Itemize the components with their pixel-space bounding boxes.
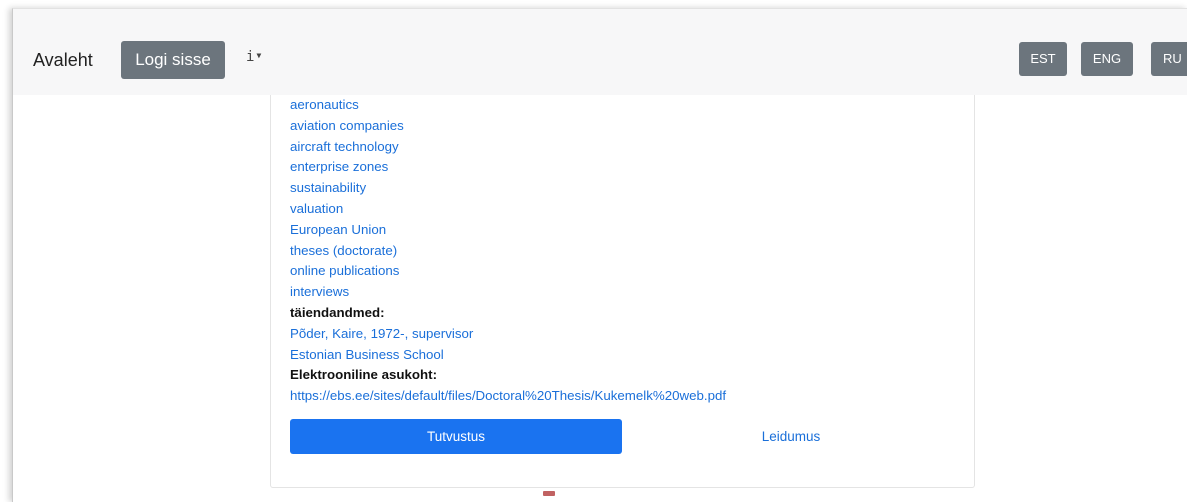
language-button-est[interactable]: EST — [1019, 42, 1067, 76]
login-button[interactable]: Logi sisse — [121, 41, 225, 79]
subject-link[interactable]: valuation — [290, 201, 343, 216]
subject-link[interactable]: aviation companies — [290, 118, 404, 133]
record-card: aeronautics aviation companies aircraft … — [270, 95, 975, 488]
language-button-eng[interactable]: ENG — [1081, 42, 1133, 76]
footer-logo-icon — [543, 491, 555, 496]
subject-link[interactable]: European Union — [290, 222, 386, 237]
leidumus-button[interactable]: Leidumus — [701, 419, 881, 454]
subject-link[interactable]: aeronautics — [290, 97, 359, 112]
browser-frame: Avaleht Logi sisse i ▼ EST ENG RU aeronau… — [12, 8, 1187, 502]
electronic-location-link[interactable]: https://ebs.ee/sites/default/files/Docto… — [290, 388, 726, 403]
subject-link[interactable]: aircraft technology — [290, 139, 399, 154]
institution-link[interactable]: Estonian Business School — [290, 347, 444, 362]
subject-link[interactable]: sustainability — [290, 180, 366, 195]
caret-down-icon: ▼ — [256, 51, 262, 60]
top-navbar: Avaleht Logi sisse i ▼ EST ENG RU — [13, 9, 1187, 95]
info-dropdown-toggle[interactable]: i ▼ — [246, 49, 261, 65]
subject-link[interactable]: online publications — [290, 263, 399, 278]
electronic-location-heading: Elektrooniline asukoht: — [290, 367, 438, 383]
tutvustus-button[interactable]: Tutvustus — [290, 419, 622, 454]
supervisor-link[interactable]: Põder, Kaire, 1972-, supervisor — [290, 326, 473, 341]
language-button-ru[interactable]: RU — [1151, 42, 1187, 76]
subject-link[interactable]: enterprise zones — [290, 159, 388, 174]
info-icon: i — [246, 49, 255, 65]
record-details: aeronautics aviation companies aircraft … — [290, 95, 950, 407]
additional-data-heading: täiendandmed: — [290, 304, 385, 320]
subject-link[interactable]: theses (doctorate) — [290, 243, 397, 258]
nav-home-link[interactable]: Avaleht — [33, 50, 93, 71]
subject-link[interactable]: interviews — [290, 284, 349, 299]
